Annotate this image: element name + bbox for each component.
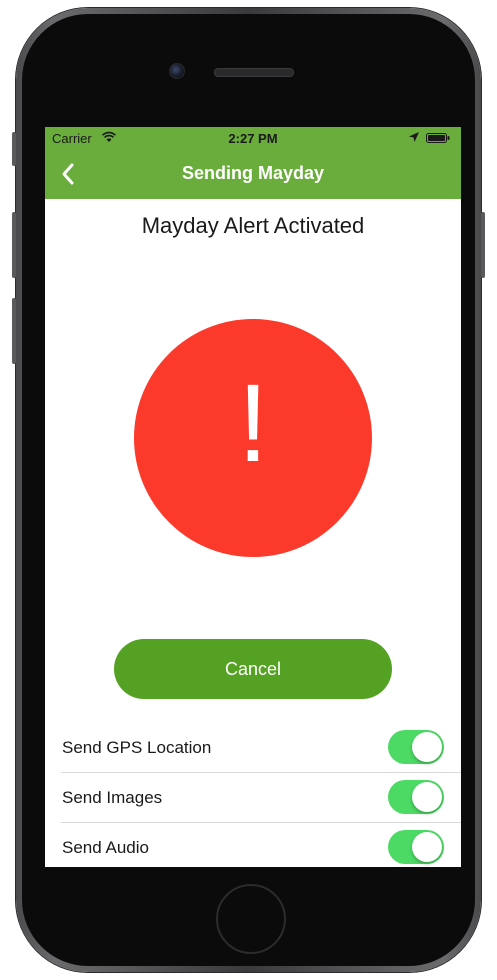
cancel-button[interactable]: Cancel [114,639,392,699]
volume-down-button [12,298,16,364]
setting-row-images: Send Images [61,773,461,823]
status-bar: Carrier 2:27 PM [45,127,461,149]
toggle-knob [412,732,442,762]
setting-label-audio: Send Audio [62,838,149,857]
battery-icon [426,133,450,143]
app-screen: Carrier 2:27 PM Sending Mayday Mayday Al… [45,127,461,867]
front-camera [169,63,185,79]
settings-list: Send GPS Location Send Images Send Audio [45,723,461,867]
toggle-send-gps[interactable] [388,730,444,764]
exclamation-icon: ! [237,362,269,485]
nav-title: Sending Mayday [181,163,325,183]
page-heading: Mayday Alert Activated [141,213,365,238]
setting-row-audio: Send Audio [61,823,461,867]
toggle-knob [412,782,442,812]
home-button[interactable] [216,884,286,954]
toggle-send-images[interactable] [388,780,444,814]
toggle-knob [412,832,442,862]
setting-label-images: Send Images [62,788,163,807]
power-button [481,212,485,278]
silent-switch [12,132,16,166]
navigation-bar: Sending Mayday [45,149,461,199]
location-arrow-icon [409,132,419,142]
earpiece-speaker [214,68,294,77]
setting-row-gps: Send GPS Location [61,723,461,773]
status-time: 2:27 PM [228,131,278,146]
setting-label-gps: Send GPS Location [62,738,212,757]
volume-up-button [12,212,16,278]
toggle-send-audio[interactable] [388,830,444,864]
alert-circle: ! [134,319,372,557]
